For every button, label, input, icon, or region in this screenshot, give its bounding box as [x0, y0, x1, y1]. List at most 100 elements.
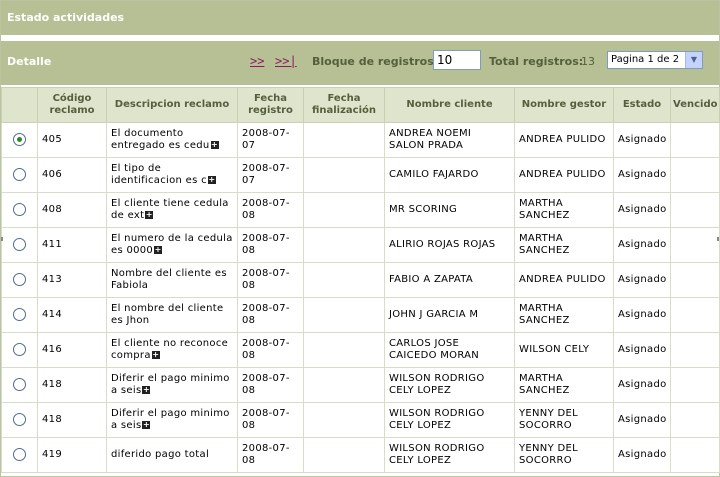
- row-select-radio[interactable]: [13, 413, 26, 427]
- resize-mark-left: [1, 237, 3, 241]
- cell-vencido: [670, 332, 720, 368]
- table-row[interactable]: 418 Diferir el pago minimo a seis+ 2008-07…: [1, 402, 720, 438]
- row-select-radio[interactable]: [13, 448, 26, 462]
- row-select-cell[interactable]: [1, 367, 38, 403]
- cell-estado: Asignado: [613, 402, 671, 438]
- column-header-codigo[interactable]: Código reclamo: [37, 87, 107, 123]
- table-row[interactable]: 418 Diferir el pago minimo a seis+ 2008-07…: [1, 367, 720, 403]
- cell-fecha-finalizacion: [303, 332, 385, 368]
- cell-gestor: MARTHA SANCHEZ: [514, 227, 614, 263]
- column-header-vencido[interactable]: Vencido: [670, 87, 720, 123]
- table-row[interactable]: 419 diferido pago total 2008-07-08 WILSON R…: [1, 437, 720, 473]
- row-select-radio[interactable]: [13, 378, 26, 392]
- row-select-cell[interactable]: [1, 192, 38, 228]
- cell-fecha-registro: 2008-07-08: [237, 437, 304, 473]
- cell-fecha-finalizacion: [303, 192, 385, 228]
- cell-vencido: [670, 122, 720, 158]
- next-page-link[interactable]: >>: [250, 54, 264, 68]
- cell-fecha-finalizacion: [303, 367, 385, 403]
- row-select-radio[interactable]: [13, 133, 26, 147]
- plus-box-icon[interactable]: +: [142, 421, 151, 429]
- cell-estado: Asignado: [613, 157, 671, 193]
- row-select-cell[interactable]: [1, 402, 38, 438]
- total-registros-value: 13: [581, 55, 595, 68]
- row-select-radio[interactable]: [13, 343, 26, 357]
- descripcion-text: El numero de la cedula es 0000: [111, 233, 233, 256]
- cell-estado: Asignado: [613, 367, 671, 403]
- row-select-cell[interactable]: [1, 227, 38, 263]
- cell-cliente: FABIO A ZAPATA: [384, 262, 515, 298]
- cell-fecha-registro: 2008-07-08: [237, 367, 304, 403]
- cell-estado: Asignado: [613, 262, 671, 298]
- cell-fecha-registro: 2008-07-08: [237, 332, 304, 368]
- table-row[interactable]: 413 Nombre del cliente es Fabiola 2008-07-…: [1, 262, 720, 298]
- cell-estado: Asignado: [613, 192, 671, 228]
- plus-box-icon[interactable]: +: [210, 141, 219, 149]
- cell-fecha-registro: 2008-07-08: [237, 402, 304, 438]
- row-select-radio[interactable]: [13, 203, 26, 217]
- cell-cliente: WILSON RODRIGO CELY LOPEZ: [384, 437, 515, 473]
- row-select-radio[interactable]: [13, 273, 26, 287]
- cell-estado: Asignado: [613, 227, 671, 263]
- page-select-value: Pagina 1 de 2: [611, 54, 680, 65]
- column-header-cliente[interactable]: Nombre cliente: [384, 87, 515, 123]
- row-select-radio[interactable]: [13, 308, 26, 322]
- column-header-gestor[interactable]: Nombre gestor: [514, 87, 614, 123]
- cell-estado: Asignado: [613, 437, 671, 473]
- cell-fecha-finalizacion: [303, 402, 385, 438]
- row-select-cell[interactable]: [1, 297, 38, 333]
- descripcion-text: Diferir el pago minimo a seis: [111, 373, 230, 396]
- cell-descripcion: El documento entregado es cedu+: [106, 122, 238, 158]
- plus-box-icon[interactable]: +: [145, 211, 154, 219]
- column-header-fecha-finalizacion[interactable]: Fecha finalización: [303, 87, 385, 123]
- row-select-radio[interactable]: [13, 168, 26, 182]
- table-row[interactable]: 411 El numero de la cedula es 0000+ 2008-0…: [1, 227, 720, 263]
- cell-fecha-registro: 2008-07-08: [237, 297, 304, 333]
- table-row[interactable]: 405 El documento entregado es cedu+ 2008-0…: [1, 122, 720, 158]
- row-select-cell[interactable]: [1, 157, 38, 193]
- bloque-registros-input[interactable]: [433, 50, 481, 70]
- plus-box-icon[interactable]: +: [207, 176, 216, 184]
- row-select-cell[interactable]: [1, 122, 38, 158]
- cell-gestor: MARTHA SANCHEZ: [514, 192, 614, 228]
- row-select-radio[interactable]: [13, 238, 26, 252]
- cell-cliente: CAMILO FAJARDO: [384, 157, 515, 193]
- row-select-cell[interactable]: [1, 437, 38, 473]
- cell-gestor: YENNY DEL SOCORRO: [514, 402, 614, 438]
- resize-mark-right: [717, 237, 719, 241]
- last-page-link[interactable]: >>|: [275, 54, 297, 68]
- column-header-estado[interactable]: Estado: [613, 87, 671, 123]
- activities-panel: Estado actividades Detalle >> >>| Bloque…: [0, 0, 720, 477]
- table-row[interactable]: 416 El cliente no reconoce compra+ 2008-07…: [1, 332, 720, 368]
- cell-descripcion: El tipo de identificacion es c+: [106, 157, 238, 193]
- descripcion-text: El tipo de identificacion es c: [111, 163, 207, 186]
- descripcion-text: El cliente tiene cedula de ext: [111, 198, 229, 221]
- descripcion-text: Nombre del cliente es Fabiola: [111, 268, 227, 291]
- cell-codigo: 414: [37, 297, 107, 333]
- plus-box-icon[interactable]: +: [154, 246, 163, 254]
- column-header-descripcion[interactable]: Descripcion reclamo: [106, 87, 238, 123]
- table-row[interactable]: 408 El cliente tiene cedula de ext+ 2008-0…: [1, 192, 720, 228]
- cell-estado: Asignado: [613, 122, 671, 158]
- cell-fecha-finalizacion: [303, 297, 385, 333]
- table-header-row: Código reclamo Descripcion reclamo Fecha…: [1, 87, 720, 123]
- activities-table: Código reclamo Descripcion reclamo Fecha…: [1, 87, 720, 473]
- cell-cliente: MR SCORING: [384, 192, 515, 228]
- row-select-cell[interactable]: [1, 332, 38, 368]
- column-header-fecha-registro[interactable]: Fecha registro: [237, 87, 304, 123]
- cell-vencido: [670, 157, 720, 193]
- page-select[interactable]: Pagina 1 de 2 ▼: [607, 51, 703, 69]
- pagination-toolbar: Detalle >> >>| Bloque de registros: Tota…: [1, 41, 719, 85]
- plus-box-icon[interactable]: +: [151, 351, 160, 359]
- cell-codigo: 419: [37, 437, 107, 473]
- row-select-cell[interactable]: [1, 262, 38, 298]
- cell-fecha-registro: 2008-07-07: [237, 157, 304, 193]
- cell-descripcion: El cliente no reconoce compra+: [106, 332, 238, 368]
- chevron-down-icon[interactable]: ▼: [685, 52, 702, 68]
- table-row[interactable]: 406 El tipo de identificacion es c+ 2008-0…: [1, 157, 720, 193]
- cell-fecha-registro: 2008-07-08: [237, 192, 304, 228]
- plus-box-icon[interactable]: +: [142, 386, 151, 394]
- cell-vencido: [670, 227, 720, 263]
- descripcion-text: diferido pago total: [111, 449, 210, 460]
- table-row[interactable]: 414 El nombre del cliente es Jhon 2008-07-…: [1, 297, 720, 333]
